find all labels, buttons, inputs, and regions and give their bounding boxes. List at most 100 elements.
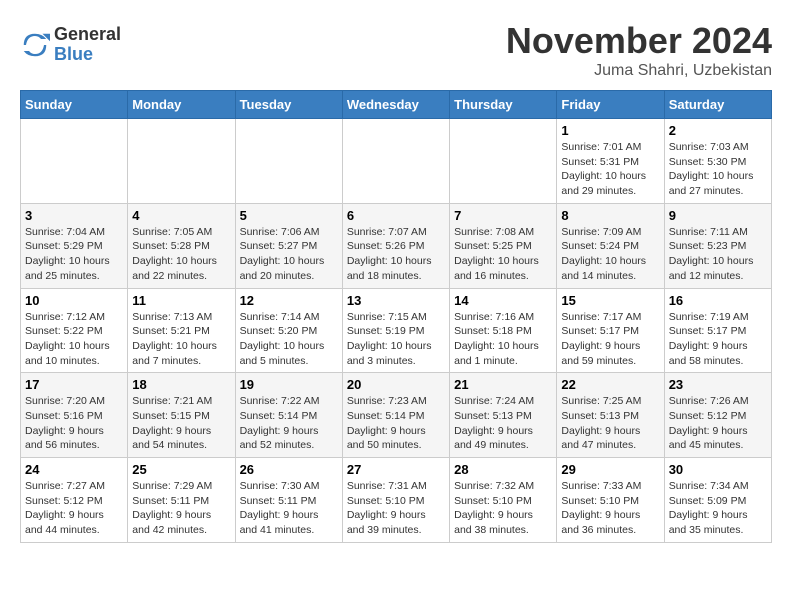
day-number: 18 xyxy=(132,377,230,392)
logo: General Blue xyxy=(20,25,121,65)
day-number: 19 xyxy=(240,377,338,392)
calendar-cell xyxy=(21,119,128,204)
day-info: Sunrise: 7:16 AM Sunset: 5:18 PM Dayligh… xyxy=(454,310,552,369)
day-number: 23 xyxy=(669,377,767,392)
day-info: Sunrise: 7:22 AM Sunset: 5:14 PM Dayligh… xyxy=(240,394,338,453)
day-info: Sunrise: 7:19 AM Sunset: 5:17 PM Dayligh… xyxy=(669,310,767,369)
calendar-cell: 24 Sunrise: 7:27 AM Sunset: 5:12 PM Dayli… xyxy=(21,458,128,543)
logo-blue-text: Blue xyxy=(54,45,121,65)
day-number: 29 xyxy=(561,462,659,477)
weekday-header: Wednesday xyxy=(342,91,449,119)
day-info: Sunrise: 7:12 AM Sunset: 5:22 PM Dayligh… xyxy=(25,310,123,369)
calendar-cell: 28 Sunrise: 7:32 AM Sunset: 5:10 PM Dayli… xyxy=(450,458,557,543)
calendar-cell: 30Sunrise: 7:34 AM Sunset: 5:09 PM Dayli… xyxy=(664,458,771,543)
day-info: Sunrise: 7:14 AM Sunset: 5:20 PM Dayligh… xyxy=(240,310,338,369)
calendar-cell: 14 Sunrise: 7:16 AM Sunset: 5:18 PM Dayli… xyxy=(450,288,557,373)
weekday-header: Thursday xyxy=(450,91,557,119)
calendar-cell: 29 Sunrise: 7:33 AM Sunset: 5:10 PM Dayli… xyxy=(557,458,664,543)
weekday-header: Monday xyxy=(128,91,235,119)
calendar-cell: 9 Sunrise: 7:11 AM Sunset: 5:23 PM Daylig… xyxy=(664,203,771,288)
day-info: Sunrise: 7:08 AM Sunset: 5:25 PM Dayligh… xyxy=(454,225,552,284)
calendar-cell: 5Sunrise: 7:06 AM Sunset: 5:27 PM Daylig… xyxy=(235,203,342,288)
day-number: 6 xyxy=(347,208,445,223)
day-info: Sunrise: 7:24 AM Sunset: 5:13 PM Dayligh… xyxy=(454,394,552,453)
day-info: Sunrise: 7:05 AM Sunset: 5:28 PM Dayligh… xyxy=(132,225,230,284)
day-number: 11 xyxy=(132,293,230,308)
calendar-cell: 22Sunrise: 7:25 AM Sunset: 5:13 PM Dayli… xyxy=(557,373,664,458)
calendar-week-row: 10 Sunrise: 7:12 AM Sunset: 5:22 PM Dayli… xyxy=(21,288,772,373)
calendar-cell xyxy=(342,119,449,204)
calendar-cell xyxy=(450,119,557,204)
calendar-cell: 17 Sunrise: 7:20 AM Sunset: 5:16 PM Dayli… xyxy=(21,373,128,458)
calendar-cell: 15 Sunrise: 7:17 AM Sunset: 5:17 PM Dayli… xyxy=(557,288,664,373)
logo-general-text: General xyxy=(54,25,121,45)
calendar-week-row: 24 Sunrise: 7:27 AM Sunset: 5:12 PM Dayli… xyxy=(21,458,772,543)
day-info: Sunrise: 7:21 AM Sunset: 5:15 PM Dayligh… xyxy=(132,394,230,453)
calendar-cell: 18 Sunrise: 7:21 AM Sunset: 5:15 PM Dayli… xyxy=(128,373,235,458)
day-number: 9 xyxy=(669,208,767,223)
day-info: Sunrise: 7:32 AM Sunset: 5:10 PM Dayligh… xyxy=(454,479,552,538)
calendar-week-row: 17 Sunrise: 7:20 AM Sunset: 5:16 PM Dayli… xyxy=(21,373,772,458)
day-number: 15 xyxy=(561,293,659,308)
day-info: Sunrise: 7:17 AM Sunset: 5:17 PM Dayligh… xyxy=(561,310,659,369)
day-number: 25 xyxy=(132,462,230,477)
day-number: 8 xyxy=(561,208,659,223)
day-number: 28 xyxy=(454,462,552,477)
day-number: 17 xyxy=(25,377,123,392)
day-info: Sunrise: 7:15 AM Sunset: 5:19 PM Dayligh… xyxy=(347,310,445,369)
calendar-week-row: 3Sunrise: 7:04 AM Sunset: 5:29 PM Daylig… xyxy=(21,203,772,288)
day-number: 4 xyxy=(132,208,230,223)
day-number: 22 xyxy=(561,377,659,392)
day-info: Sunrise: 7:27 AM Sunset: 5:12 PM Dayligh… xyxy=(25,479,123,538)
month-title: November 2024 xyxy=(506,20,772,62)
day-number: 1 xyxy=(561,123,659,138)
calendar-cell: 10 Sunrise: 7:12 AM Sunset: 5:22 PM Dayli… xyxy=(21,288,128,373)
calendar-table: SundayMondayTuesdayWednesdayThursdayFrid… xyxy=(20,90,772,543)
day-number: 20 xyxy=(347,377,445,392)
day-info: Sunrise: 7:01 AM Sunset: 5:31 PM Dayligh… xyxy=(561,140,659,199)
title-area: November 2024 Juma Shahri, Uzbekistan xyxy=(506,20,772,80)
day-info: Sunrise: 7:33 AM Sunset: 5:10 PM Dayligh… xyxy=(561,479,659,538)
calendar-cell: 12 Sunrise: 7:14 AM Sunset: 5:20 PM Dayli… xyxy=(235,288,342,373)
calendar-cell: 6 Sunrise: 7:07 AM Sunset: 5:26 PM Daylig… xyxy=(342,203,449,288)
day-info: Sunrise: 7:13 AM Sunset: 5:21 PM Dayligh… xyxy=(132,310,230,369)
weekday-header: Saturday xyxy=(664,91,771,119)
calendar-cell: 13 Sunrise: 7:15 AM Sunset: 5:19 PM Dayli… xyxy=(342,288,449,373)
day-info: Sunrise: 7:20 AM Sunset: 5:16 PM Dayligh… xyxy=(25,394,123,453)
day-info: Sunrise: 7:07 AM Sunset: 5:26 PM Dayligh… xyxy=(347,225,445,284)
day-number: 10 xyxy=(25,293,123,308)
calendar-cell xyxy=(235,119,342,204)
day-info: Sunrise: 7:23 AM Sunset: 5:14 PM Dayligh… xyxy=(347,394,445,453)
day-number: 2 xyxy=(669,123,767,138)
weekday-header: Sunday xyxy=(21,91,128,119)
calendar-cell: 7Sunrise: 7:08 AM Sunset: 5:25 PM Daylig… xyxy=(450,203,557,288)
day-number: 24 xyxy=(25,462,123,477)
calendar-cell: 8Sunrise: 7:09 AM Sunset: 5:24 PM Daylig… xyxy=(557,203,664,288)
weekday-header: Friday xyxy=(557,91,664,119)
calendar-cell: 19 Sunrise: 7:22 AM Sunset: 5:14 PM Dayli… xyxy=(235,373,342,458)
day-number: 13 xyxy=(347,293,445,308)
calendar-week-row: 1 Sunrise: 7:01 AM Sunset: 5:31 PM Daylig… xyxy=(21,119,772,204)
day-info: Sunrise: 7:04 AM Sunset: 5:29 PM Dayligh… xyxy=(25,225,123,284)
day-info: Sunrise: 7:29 AM Sunset: 5:11 PM Dayligh… xyxy=(132,479,230,538)
weekday-header: Tuesday xyxy=(235,91,342,119)
day-info: Sunrise: 7:34 AM Sunset: 5:09 PM Dayligh… xyxy=(669,479,767,538)
calendar-cell: 26Sunrise: 7:30 AM Sunset: 5:11 PM Dayli… xyxy=(235,458,342,543)
page-header: General Blue November 2024 Juma Shahri, … xyxy=(20,20,772,80)
calendar-cell: 23 Sunrise: 7:26 AM Sunset: 5:12 PM Dayli… xyxy=(664,373,771,458)
calendar-cell: 16Sunrise: 7:19 AM Sunset: 5:17 PM Dayli… xyxy=(664,288,771,373)
day-info: Sunrise: 7:11 AM Sunset: 5:23 PM Dayligh… xyxy=(669,225,767,284)
calendar-cell xyxy=(128,119,235,204)
calendar-cell: 2Sunrise: 7:03 AM Sunset: 5:30 PM Daylig… xyxy=(664,119,771,204)
calendar-cell: 27Sunrise: 7:31 AM Sunset: 5:10 PM Dayli… xyxy=(342,458,449,543)
day-info: Sunrise: 7:26 AM Sunset: 5:12 PM Dayligh… xyxy=(669,394,767,453)
day-number: 12 xyxy=(240,293,338,308)
day-info: Sunrise: 7:30 AM Sunset: 5:11 PM Dayligh… xyxy=(240,479,338,538)
calendar-cell: 4 Sunrise: 7:05 AM Sunset: 5:28 PM Daylig… xyxy=(128,203,235,288)
day-number: 14 xyxy=(454,293,552,308)
day-info: Sunrise: 7:06 AM Sunset: 5:27 PM Dayligh… xyxy=(240,225,338,284)
day-number: 21 xyxy=(454,377,552,392)
logo-icon xyxy=(20,30,50,60)
calendar-cell: 11 Sunrise: 7:13 AM Sunset: 5:21 PM Dayli… xyxy=(128,288,235,373)
calendar-cell: 20 Sunrise: 7:23 AM Sunset: 5:14 PM Dayli… xyxy=(342,373,449,458)
